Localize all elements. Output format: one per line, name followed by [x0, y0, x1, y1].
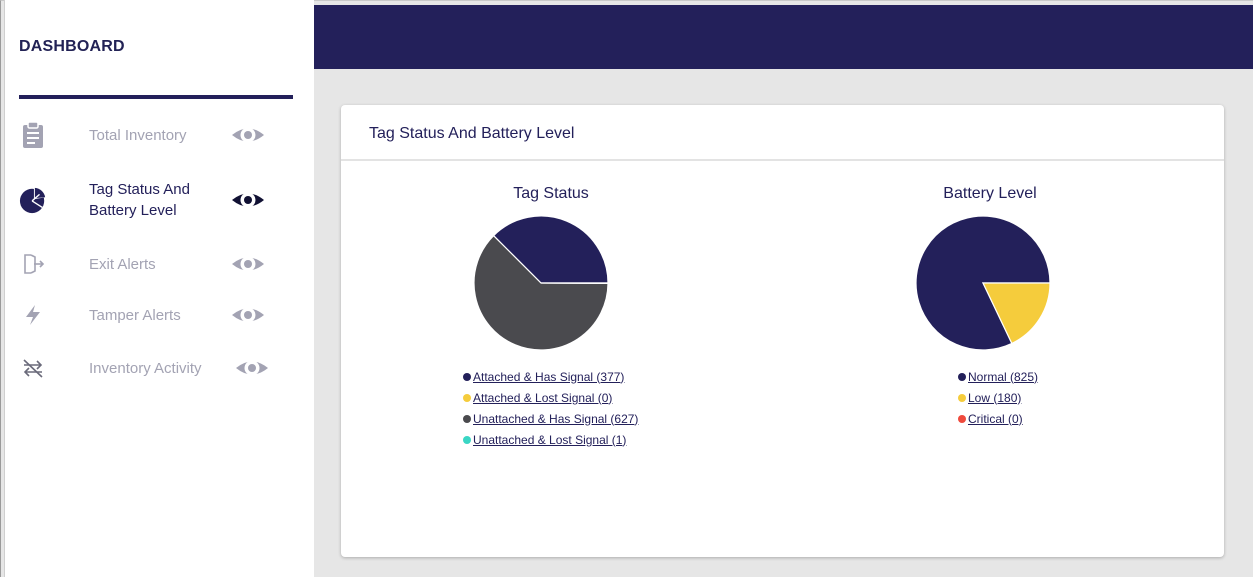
battery-level-legend: Normal (825) Low (180) Critical (0): [958, 366, 1038, 429]
tag-status-pie-chart: [473, 215, 609, 351]
legend-dot: [463, 435, 471, 444]
legend-item-attached-has-signal[interactable]: Attached & Has Signal (377): [463, 366, 638, 387]
clipboard-icon: [19, 119, 47, 151]
card-title: Tag Status And Battery Level: [369, 125, 575, 142]
tag-status-legend: Attached & Has Signal (377) Attached & Lo…: [463, 366, 638, 450]
legend-link[interactable]: Low (180): [968, 391, 1021, 405]
legend-item-attached-lost-signal[interactable]: Attached & Lost Signal (0): [463, 387, 638, 408]
legend-dot: [463, 372, 471, 381]
legend-item-unattached-has-signal[interactable]: Unattached & Has Signal (627): [463, 408, 638, 429]
sidebar-item-tag-status[interactable]: Tag Status And Battery Level: [19, 178, 299, 222]
tag-status-battery-card: Tag Status And Battery Level Tag Status …: [341, 105, 1224, 557]
legend-dot: [958, 414, 966, 423]
legend-dot: [958, 393, 966, 402]
sidebar-item-label: Total Inventory: [89, 126, 187, 144]
sidebar-divider: [19, 95, 293, 99]
legend-dot: [463, 393, 471, 402]
eye-icon[interactable]: [235, 351, 269, 385]
chart-title: Tag Status: [513, 185, 589, 202]
eye-icon[interactable]: [231, 298, 265, 332]
legend-item-low[interactable]: Low (180): [958, 387, 1038, 408]
legend-link[interactable]: Critical (0): [968, 412, 1023, 426]
legend-link[interactable]: Unattached & Has Signal (627): [473, 412, 638, 426]
sidebar-item-exit-alerts[interactable]: Exit Alerts: [19, 242, 299, 286]
sidebar-item-total-inventory[interactable]: Total Inventory: [19, 113, 299, 157]
eye-icon[interactable]: [231, 183, 265, 217]
legend-link[interactable]: Normal (825): [968, 370, 1038, 384]
card-header: Tag Status And Battery Level: [341, 105, 1224, 161]
sidebar-item-inventory-activity[interactable]: Inventory Activity: [19, 346, 299, 390]
legend-link[interactable]: Attached & Has Signal (377): [473, 370, 624, 384]
legend-link[interactable]: Attached & Lost Signal (0): [473, 391, 612, 405]
eye-icon[interactable]: [231, 118, 265, 152]
sidebar-item-label: Inventory Activity: [89, 359, 202, 377]
pie-chart-icon: [19, 184, 47, 216]
exit-icon: [19, 248, 47, 280]
sidebar-item-tamper-alerts[interactable]: Tamper Alerts: [19, 293, 299, 337]
sidebar-item-label: Exit Alerts: [89, 255, 156, 273]
legend-dot: [958, 372, 966, 381]
transfer-off-icon: [19, 352, 47, 384]
chart-title: Battery Level: [943, 185, 1037, 202]
top-bar: [313, 5, 1253, 69]
legend-link[interactable]: Unattached & Lost Signal (1): [473, 433, 626, 447]
legend-dot: [463, 414, 471, 423]
sidebar: DASHBOARD Total Inventory Tag Status And…: [4, 0, 314, 577]
lightning-icon: [19, 299, 47, 331]
eye-icon[interactable]: [231, 247, 265, 281]
battery-level-pie-chart: [915, 215, 1051, 351]
sidebar-item-label: Tag Status And Battery Level: [89, 181, 190, 219]
sidebar-title: DASHBOARD: [19, 38, 125, 55]
legend-item-normal[interactable]: Normal (825): [958, 366, 1038, 387]
legend-item-critical[interactable]: Critical (0): [958, 408, 1038, 429]
legend-item-unattached-lost-signal[interactable]: Unattached & Lost Signal (1): [463, 429, 638, 450]
sidebar-item-label: Tamper Alerts: [89, 306, 181, 324]
